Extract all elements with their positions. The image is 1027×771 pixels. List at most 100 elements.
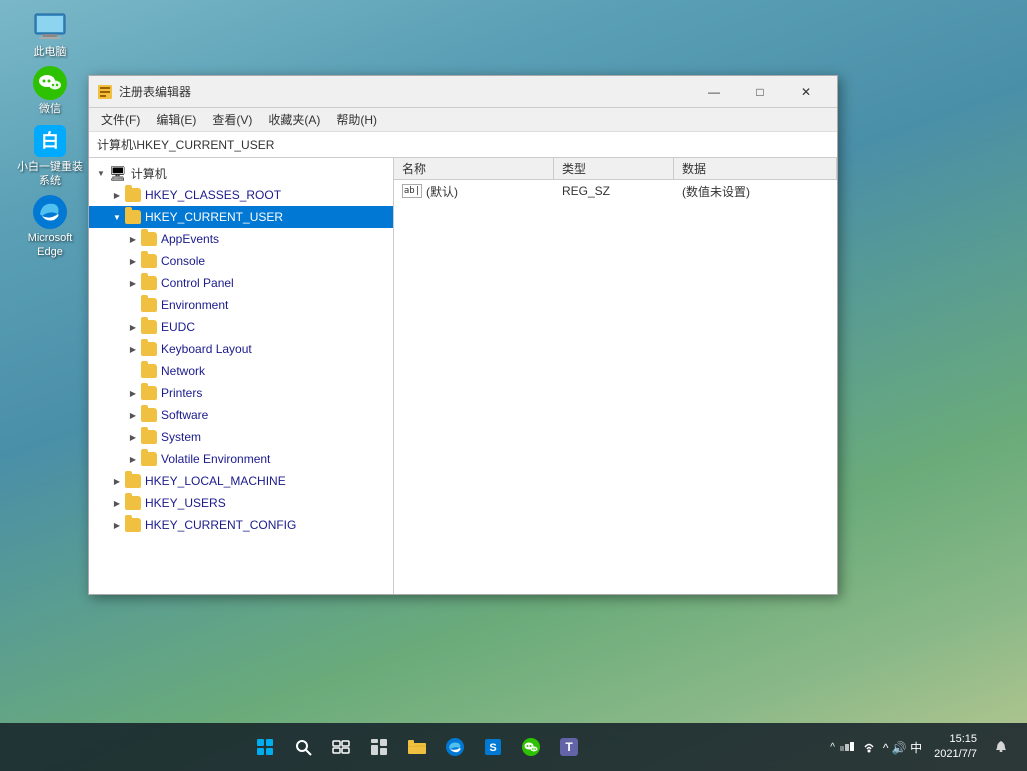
tree-item-computer[interactable]: 🖥 计算机	[89, 162, 393, 184]
tree-item-users[interactable]: HKEY_USERS	[89, 492, 393, 514]
cell-type-default: REG_SZ	[554, 180, 674, 202]
regedit-icon	[97, 84, 113, 100]
tree-item-console[interactable]: Console	[89, 250, 393, 272]
desktop-icons: 此电脑 微信 白	[15, 10, 85, 260]
tree-item-network[interactable]: Network	[89, 360, 393, 382]
tree-item-environment[interactable]: Environment	[89, 294, 393, 316]
tree-label-current-user: HKEY_CURRENT_USER	[145, 210, 283, 224]
folder-icon-eudc	[141, 320, 157, 334]
col-header-data: 数据	[674, 158, 837, 179]
widgets-button[interactable]	[361, 729, 397, 765]
computer-icon: 🖥	[109, 165, 127, 182]
menu-help[interactable]: 帮助(H)	[328, 109, 385, 130]
expand-users[interactable]	[109, 495, 125, 511]
tree-item-keyboard-layout[interactable]: Keyboard Layout	[89, 338, 393, 360]
menu-bar: 文件(F) 编辑(E) 查看(V) 收藏夹(A) 帮助(H)	[89, 108, 837, 132]
expand-appevents[interactable]	[125, 231, 141, 247]
explorer-button[interactable]	[399, 729, 435, 765]
address-bar: 计算机\HKEY_CURRENT_USER	[89, 132, 837, 158]
menu-favorites[interactable]: 收藏夹(A)	[260, 109, 328, 130]
taskbar-clock[interactable]: 15:15 2021/7/7	[934, 732, 977, 763]
tree-panel[interactable]: 🖥 计算机 HKEY_CLASSES_ROOT HKEY_CURRENT_USE…	[89, 158, 394, 594]
tree-label-eudc: EUDC	[161, 320, 195, 334]
menu-file[interactable]: 文件(F)	[93, 109, 148, 130]
folder-icon-appevents	[141, 232, 157, 246]
svg-text:S: S	[489, 742, 496, 754]
expand-volatile-env[interactable]	[125, 451, 141, 467]
wechat-taskbar-button[interactable]	[513, 729, 549, 765]
folder-icon-users	[125, 496, 141, 510]
tree-label-printers: Printers	[161, 386, 202, 400]
expand-software[interactable]	[125, 407, 141, 423]
details-row-default[interactable]: ab| (默认) REG_SZ (数值未设置)	[394, 180, 837, 202]
tray-area[interactable]: ^ ^ 🔊 中	[826, 737, 928, 758]
tree-label-volatile-env: Volatile Environment	[161, 452, 270, 466]
expand-current-config[interactable]	[109, 517, 125, 533]
expand-computer[interactable]	[93, 165, 109, 181]
tree-label-local-machine: HKEY_LOCAL_MACHINE	[145, 474, 286, 488]
search-button[interactable]	[285, 729, 321, 765]
expand-printers[interactable]	[125, 385, 141, 401]
expand-eudc[interactable]	[125, 319, 141, 335]
app7-button[interactable]: T	[551, 729, 587, 765]
close-button[interactable]: ✕	[783, 76, 829, 108]
expand-local-machine[interactable]	[109, 473, 125, 489]
folder-icon-local-machine	[125, 474, 141, 488]
menu-edit[interactable]: 编辑(E)	[148, 109, 204, 130]
tree-item-control-panel[interactable]: Control Panel	[89, 272, 393, 294]
start-button[interactable]	[247, 729, 283, 765]
clock-date: 2021/7/7	[934, 747, 977, 762]
edge-taskbar-button[interactable]	[437, 729, 473, 765]
tree-item-software[interactable]: Software	[89, 404, 393, 426]
tree-item-current-user[interactable]: HKEY_CURRENT_USER	[89, 206, 393, 228]
window-title: 注册表编辑器	[119, 83, 691, 100]
ime-indicator: ^ 🔊 中	[883, 739, 922, 756]
folder-icon-system	[141, 430, 157, 444]
folder-icon-current-user	[125, 210, 141, 224]
wechat-icon	[30, 67, 70, 99]
maximize-button[interactable]: □	[737, 76, 783, 108]
expand-control-panel[interactable]	[125, 275, 141, 291]
folder-icon-network	[141, 364, 157, 378]
tree-item-system[interactable]: System	[89, 426, 393, 448]
minimize-button[interactable]: —	[691, 76, 737, 108]
edge-icon	[30, 196, 70, 228]
svg-text:T: T	[565, 740, 573, 754]
expand-keyboard-layout[interactable]	[125, 341, 141, 357]
folder-icon-volatile-env	[141, 452, 157, 466]
wechat-label: 微信	[39, 102, 61, 116]
desktop-icon-edge[interactable]: Microsoft Edge	[15, 196, 85, 260]
expand-classes-root[interactable]	[109, 187, 125, 203]
taskview-button[interactable]	[323, 729, 359, 765]
tree-label-keyboard-layout: Keyboard Layout	[161, 342, 252, 356]
reg-ab-icon: ab|	[402, 184, 422, 198]
folder-icon-software	[141, 408, 157, 422]
tree-item-appevents[interactable]: AppEvents	[89, 228, 393, 250]
tree-item-classes-root[interactable]: HKEY_CLASSES_ROOT	[89, 184, 393, 206]
folder-icon-console	[141, 254, 157, 268]
expand-system[interactable]	[125, 429, 141, 445]
tree-item-local-machine[interactable]: HKEY_LOCAL_MACHINE	[89, 470, 393, 492]
tree-item-printers[interactable]: Printers	[89, 382, 393, 404]
folder-icon-classes-root	[125, 188, 141, 202]
tree-item-eudc[interactable]: EUDC	[89, 316, 393, 338]
desktop-icon-xiaobai[interactable]: 白 小白一键重装系统	[15, 125, 85, 189]
menu-view[interactable]: 查看(V)	[204, 109, 260, 130]
title-bar: 注册表编辑器 — □ ✕	[89, 76, 837, 108]
expand-console[interactable]	[125, 253, 141, 269]
tree-label-environment: Environment	[161, 298, 228, 312]
tree-label-software: Software	[161, 408, 208, 422]
tree-label-current-config: HKEY_CURRENT_CONFIG	[145, 518, 296, 532]
window-controls: — □ ✕	[691, 76, 829, 108]
desktop-icon-wechat[interactable]: 微信	[15, 67, 85, 116]
desktop-icon-this-pc[interactable]: 此电脑	[15, 10, 85, 59]
tree-item-volatile-env[interactable]: Volatile Environment	[89, 448, 393, 470]
store-button[interactable]: S	[475, 729, 511, 765]
cell-data-default: (数值未设置)	[674, 180, 837, 202]
tree-item-current-config[interactable]: HKEY_CURRENT_CONFIG	[89, 514, 393, 536]
details-header: 名称 类型 数据	[394, 158, 837, 180]
notification-button[interactable]	[983, 729, 1019, 765]
folder-icon-environment	[141, 298, 157, 312]
tray-arrow: ^	[830, 742, 835, 753]
expand-current-user[interactable]	[109, 209, 125, 225]
